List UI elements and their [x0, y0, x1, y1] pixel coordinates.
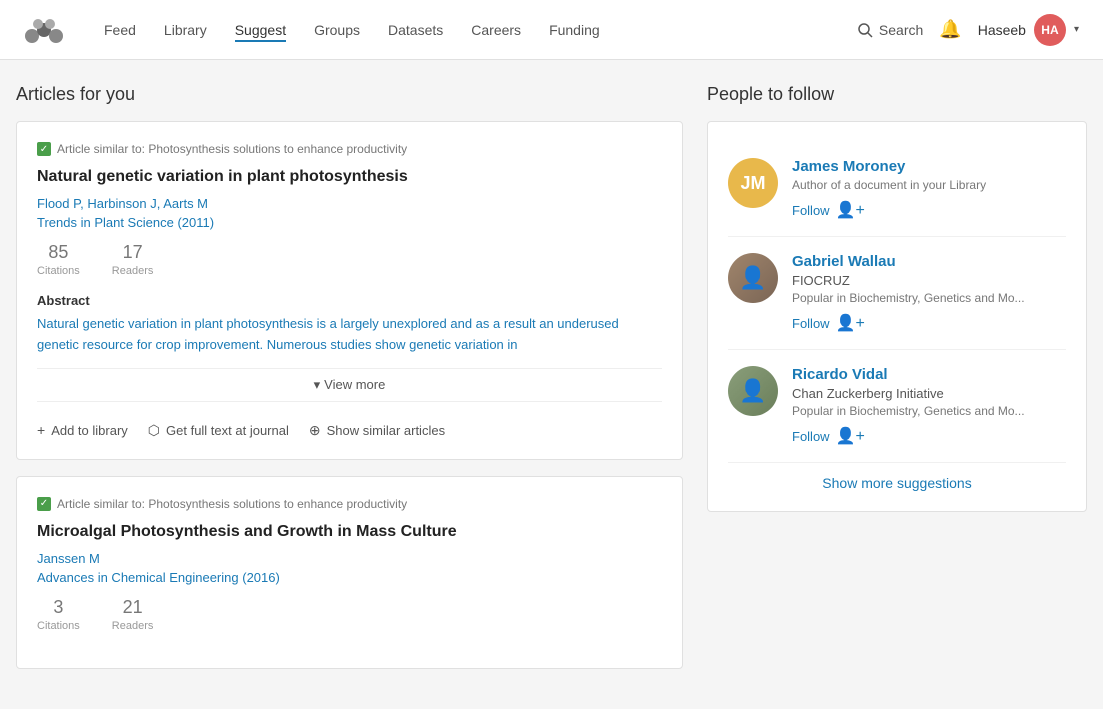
follow-icon-1: 👤+: [836, 200, 865, 220]
check-icon-1: ✓: [37, 142, 51, 156]
abstract-text-1: Natural genetic variation in plant photo…: [37, 314, 662, 356]
follow-button-2[interactable]: Follow 👤+: [792, 313, 865, 333]
article-journal-2: Advances in Chemical Engineering (2016): [37, 570, 662, 585]
article-stats-2: 3 Citations 21 Readers: [37, 597, 662, 632]
article-journal-1: Trends in Plant Science (2011): [37, 215, 662, 230]
readers-label-1: Readers: [112, 265, 154, 277]
abstract-label-1: Abstract: [37, 293, 662, 308]
chevron-down-icon-1: ▾: [314, 377, 321, 393]
person-info-1: James Moroney Author of a document in yo…: [792, 158, 1066, 220]
follow-button-3[interactable]: Follow 👤+: [792, 426, 865, 446]
citations-number-1: 85: [37, 242, 80, 263]
readers-number-1: 17: [112, 242, 154, 263]
add-to-library-button-1[interactable]: + Add to library: [37, 422, 128, 438]
person-item-1: JM James Moroney Author of a document in…: [728, 142, 1066, 237]
nav-feed[interactable]: Feed: [104, 18, 136, 42]
nav-library[interactable]: Library: [164, 18, 207, 42]
person-item-2: 👤 Gabriel Wallau FIOCRUZ Popular in Bioc…: [728, 237, 1066, 350]
avatar-james-moroney: JM: [728, 158, 778, 208]
article-authors-1[interactable]: Flood P, Harbinson J, Aarts M: [37, 196, 662, 211]
main-container: Articles for you ✓ Article similar to: P…: [0, 60, 1103, 709]
external-link-icon-1: ⬡: [148, 422, 160, 439]
notifications-icon[interactable]: 🔔: [939, 19, 961, 40]
view-more-1[interactable]: ▾ View more: [37, 368, 662, 402]
articles-panel: Articles for you ✓ Article similar to: P…: [16, 84, 683, 685]
avatar-gabriel-wallau: 👤: [728, 253, 778, 303]
nav-links: Feed Library Suggest Groups Datasets Car…: [104, 18, 857, 42]
journal-year-1: (2011): [177, 215, 214, 230]
plus-icon-1: +: [37, 422, 45, 438]
similar-tag-2: ✓ Article similar to: Photosynthesis sol…: [37, 497, 662, 511]
journal-name-2[interactable]: Advances in Chemical Engineering: [37, 570, 239, 585]
nav-groups[interactable]: Groups: [314, 18, 360, 42]
citations-label-2: Citations: [37, 620, 80, 632]
article-card-2: ✓ Article similar to: Photosynthesis sol…: [16, 476, 683, 669]
person-name-2[interactable]: Gabriel Wallau: [792, 253, 1066, 270]
citations-number-2: 3: [37, 597, 80, 618]
articles-section-title: Articles for you: [16, 84, 683, 105]
nav-right: Search 🔔 Haseeb HA ▾: [857, 14, 1079, 46]
readers-label-2: Readers: [112, 620, 154, 632]
citations-block-1: 85 Citations: [37, 242, 80, 277]
citations-block-2: 3 Citations: [37, 597, 80, 632]
follow-button-1[interactable]: Follow 👤+: [792, 200, 865, 220]
article-authors-2[interactable]: Janssen M: [37, 551, 662, 566]
journal-name-1[interactable]: Trends in Plant Science: [37, 215, 174, 230]
similar-text-2: Article similar to: Photosynthesis solut…: [57, 497, 407, 511]
journal-year-2: (2016): [242, 570, 280, 585]
person-org-2: FIOCRUZ: [792, 273, 1066, 288]
nav-datasets[interactable]: Datasets: [388, 18, 443, 42]
people-section-title: People to follow: [707, 84, 1087, 105]
person-name-1[interactable]: James Moroney: [792, 158, 1066, 175]
avatar-ricardo-vidal: 👤: [728, 366, 778, 416]
nav-funding[interactable]: Funding: [549, 18, 600, 42]
article-card-1: ✓ Article similar to: Photosynthesis sol…: [16, 121, 683, 460]
layers-icon-1: ⊕: [309, 422, 321, 439]
nav-careers[interactable]: Careers: [471, 18, 521, 42]
search-button[interactable]: Search: [857, 22, 923, 38]
readers-number-2: 21: [112, 597, 154, 618]
person-info-3: Ricardo Vidal Chan Zuckerberg Initiative…: [792, 366, 1066, 446]
person-info-2: Gabriel Wallau FIOCRUZ Popular in Bioche…: [792, 253, 1066, 333]
people-card: JM James Moroney Author of a document in…: [707, 121, 1087, 512]
user-menu[interactable]: Haseeb HA ▾: [978, 14, 1079, 46]
people-panel: People to follow JM James Moroney Author…: [707, 84, 1087, 685]
article-stats-1: 85 Citations 17 Readers: [37, 242, 662, 277]
citations-label-1: Citations: [37, 265, 80, 277]
article-title-1[interactable]: Natural genetic variation in plant photo…: [37, 166, 662, 188]
person-desc-2: Popular in Biochemistry, Genetics and Mo…: [792, 291, 1066, 305]
person-org-3: Chan Zuckerberg Initiative: [792, 386, 1066, 401]
nav-suggest[interactable]: Suggest: [235, 18, 286, 42]
abstract-section-1: Abstract Natural genetic variation in pl…: [37, 293, 662, 356]
article-title-2[interactable]: Microalgal Photosynthesis and Growth in …: [37, 521, 662, 543]
person-item-3: 👤 Ricardo Vidal Chan Zuckerberg Initiati…: [728, 350, 1066, 463]
similar-tag-1: ✓ Article similar to: Photosynthesis sol…: [37, 142, 662, 156]
search-icon: [857, 22, 873, 38]
person-desc-1: Author of a document in your Library: [792, 178, 1066, 192]
navbar: Feed Library Suggest Groups Datasets Car…: [0, 0, 1103, 60]
article-actions-1: + Add to library ⬡ Get full text at jour…: [37, 418, 662, 439]
get-full-text-button-1[interactable]: ⬡ Get full text at journal: [148, 422, 289, 439]
show-similar-button-1[interactable]: ⊕ Show similar articles: [309, 422, 445, 439]
chevron-down-icon: ▾: [1074, 24, 1079, 35]
similar-text-1: Article similar to: Photosynthesis solut…: [57, 142, 407, 156]
logo[interactable]: [24, 16, 64, 44]
user-avatar: HA: [1034, 14, 1066, 46]
show-more-suggestions-button[interactable]: Show more suggestions: [728, 463, 1066, 491]
readers-block-1: 17 Readers: [112, 242, 154, 277]
person-desc-3: Popular in Biochemistry, Genetics and Mo…: [792, 404, 1066, 418]
person-name-3[interactable]: Ricardo Vidal: [792, 366, 1066, 383]
readers-block-2: 21 Readers: [112, 597, 154, 632]
follow-icon-3: 👤+: [836, 426, 865, 446]
follow-icon-2: 👤+: [836, 313, 865, 333]
check-icon-2: ✓: [37, 497, 51, 511]
